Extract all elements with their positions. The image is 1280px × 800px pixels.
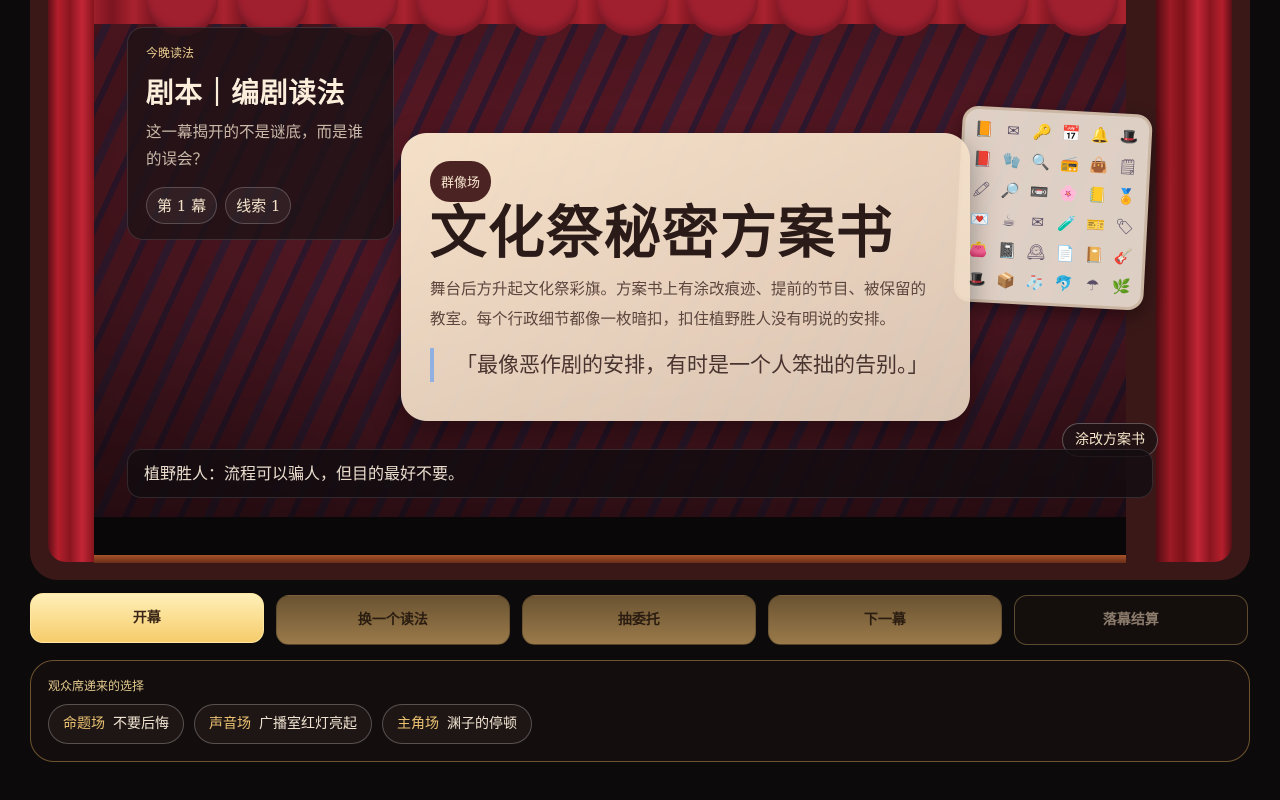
change-reading-button[interactable]: 换一个读法 xyxy=(276,595,510,645)
choice-text: 广播室红灯亮起 xyxy=(259,716,357,732)
clue-count-chip: 线索 1 xyxy=(225,187,292,224)
choice-text: 渊子的停顿 xyxy=(447,716,517,732)
audience-choice-lead[interactable]: 主角场 渊子的停顿 xyxy=(382,704,532,744)
clue-item-icon[interactable]: 📓 xyxy=(993,236,1021,265)
clue-item-icon[interactable]: 🐬 xyxy=(1049,269,1077,298)
clue-item-grid[interactable]: 📙 ✉ 🔑 📅 🔔 🎩 📕 🧤 🔍 📻 👜 🗒 🖍 🔎 📼 🌸 📒 🏅 💌 ☕ ✉ 🧪 🎫 🏷 👛 📓 🕰 📄 📔 🎸 🎩 📦 🧦 🐬 ☂ 🌿 xyxy=(953,105,1153,311)
clue-item-icon[interactable]: 🎸 xyxy=(1109,242,1137,271)
audience-choice-sound[interactable]: 声音场 广播室红灯亮起 xyxy=(194,704,372,744)
clue-item-icon[interactable]: 🌸 xyxy=(1054,179,1082,208)
reading-mode-card: 今晚读法 剧本｜编剧读法 这一幕揭开的不是谜底，而是谁的误会？ 第 1 幕 线索… xyxy=(127,27,394,240)
clue-item-icon[interactable]: 📼 xyxy=(1025,178,1053,207)
curtain-settlement-button[interactable]: 落幕结算 xyxy=(1014,595,1248,645)
clue-item-icon[interactable]: 🏅 xyxy=(1112,182,1140,211)
stage-floor-edge xyxy=(94,555,1126,563)
reading-title: 剧本｜编剧读法 xyxy=(146,76,346,109)
clue-item-icon[interactable]: 🔍 xyxy=(1027,148,1055,177)
audience-choice-theme[interactable]: 命题场 不要后悔 xyxy=(48,704,184,744)
scene-description: 舞台后方升起文化祭彩旗。方案书上有涂改痕迹、提前的节目、被保留的教室。每个行政细… xyxy=(430,280,927,328)
clue-item-icon[interactable]: 🔔 xyxy=(1086,121,1114,150)
clue-item-icon[interactable]: 📦 xyxy=(991,266,1019,295)
right-curtain xyxy=(1156,0,1232,562)
choice-tag: 声音场 xyxy=(209,716,251,732)
act-number-chip: 第 1 幕 xyxy=(146,187,218,224)
clue-item-icon[interactable]: 🏷 xyxy=(1110,212,1138,241)
clue-item-icon[interactable]: 📄 xyxy=(1051,239,1079,268)
stage-apron xyxy=(94,517,1126,555)
choice-text: 不要后悔 xyxy=(113,716,169,732)
clue-item-icon[interactable]: 🎫 xyxy=(1081,211,1109,240)
audience-kicker: 观众席递来的选择 xyxy=(48,679,145,693)
open-curtain-button[interactable]: 开幕 xyxy=(30,593,264,643)
audience-choices-panel: 观众席递来的选择 命题场 不要后悔 声音场 广播室红灯亮起 主角场 渊子的停顿 xyxy=(30,660,1250,762)
choice-tag: 命题场 xyxy=(63,716,105,732)
dialogue-box[interactable]: 植野胜人：流程可以骗人，但目的最好不要。 xyxy=(127,449,1153,498)
scene-type-badge: 群像场 xyxy=(430,161,492,202)
clue-item-icon[interactable]: 📻 xyxy=(1056,149,1084,178)
scene-title: 文化祭秘密方案书 xyxy=(430,199,894,266)
clue-item-icon[interactable]: 📙 xyxy=(970,115,998,144)
reading-description: 这一幕揭开的不是谜底，而是谁的误会？ xyxy=(146,123,364,168)
clue-item-icon[interactable]: 🔑 xyxy=(1028,118,1056,147)
action-bar: 开幕 换一个读法 抽委托 下一幕 落幕结算 xyxy=(30,593,1250,645)
scene-quote: 「最像恶作剧的安排，有时是一个人笨拙的告别。」 xyxy=(430,348,941,382)
clue-item-icon[interactable]: 🖍 xyxy=(967,175,995,204)
clue-item-icon[interactable]: ✉ xyxy=(999,116,1027,145)
clue-item-icon[interactable]: ✉ xyxy=(1024,208,1052,237)
scene-card: 群像场 文化祭秘密方案书 舞台后方升起文化祭彩旗。方案书上有涂改痕迹、提前的节目… xyxy=(401,133,970,421)
clue-item-icon[interactable]: 🧦 xyxy=(1020,267,1048,296)
next-act-button[interactable]: 下一幕 xyxy=(768,595,1002,645)
clue-item-icon[interactable]: 🎩 xyxy=(1115,122,1143,151)
clue-item-icon[interactable]: 👜 xyxy=(1085,151,1113,180)
clue-item-icon[interactable]: 🔎 xyxy=(996,176,1024,205)
clue-item-icon[interactable]: 📒 xyxy=(1083,181,1111,210)
draw-commission-button[interactable]: 抽委托 xyxy=(522,595,756,645)
clue-item-icon[interactable]: 📔 xyxy=(1080,241,1108,270)
clue-item-icon[interactable]: 🗒 xyxy=(1114,152,1142,181)
choice-tag: 主角场 xyxy=(397,716,439,732)
clue-item-icon[interactable]: ☕ xyxy=(995,206,1023,235)
clue-item-icon[interactable]: 🧤 xyxy=(998,146,1026,175)
reading-kicker: 今晚读法 xyxy=(146,46,195,60)
clue-item-icon[interactable]: 🌿 xyxy=(1107,272,1135,301)
clue-item-icon[interactable]: ☂ xyxy=(1078,270,1106,299)
clue-item-icon[interactable]: 🧪 xyxy=(1052,209,1080,238)
clue-item-icon[interactable]: 🕰 xyxy=(1022,237,1050,266)
clue-item-icon[interactable]: 📕 xyxy=(969,145,997,174)
clue-item-icon[interactable]: 📅 xyxy=(1057,119,1085,148)
